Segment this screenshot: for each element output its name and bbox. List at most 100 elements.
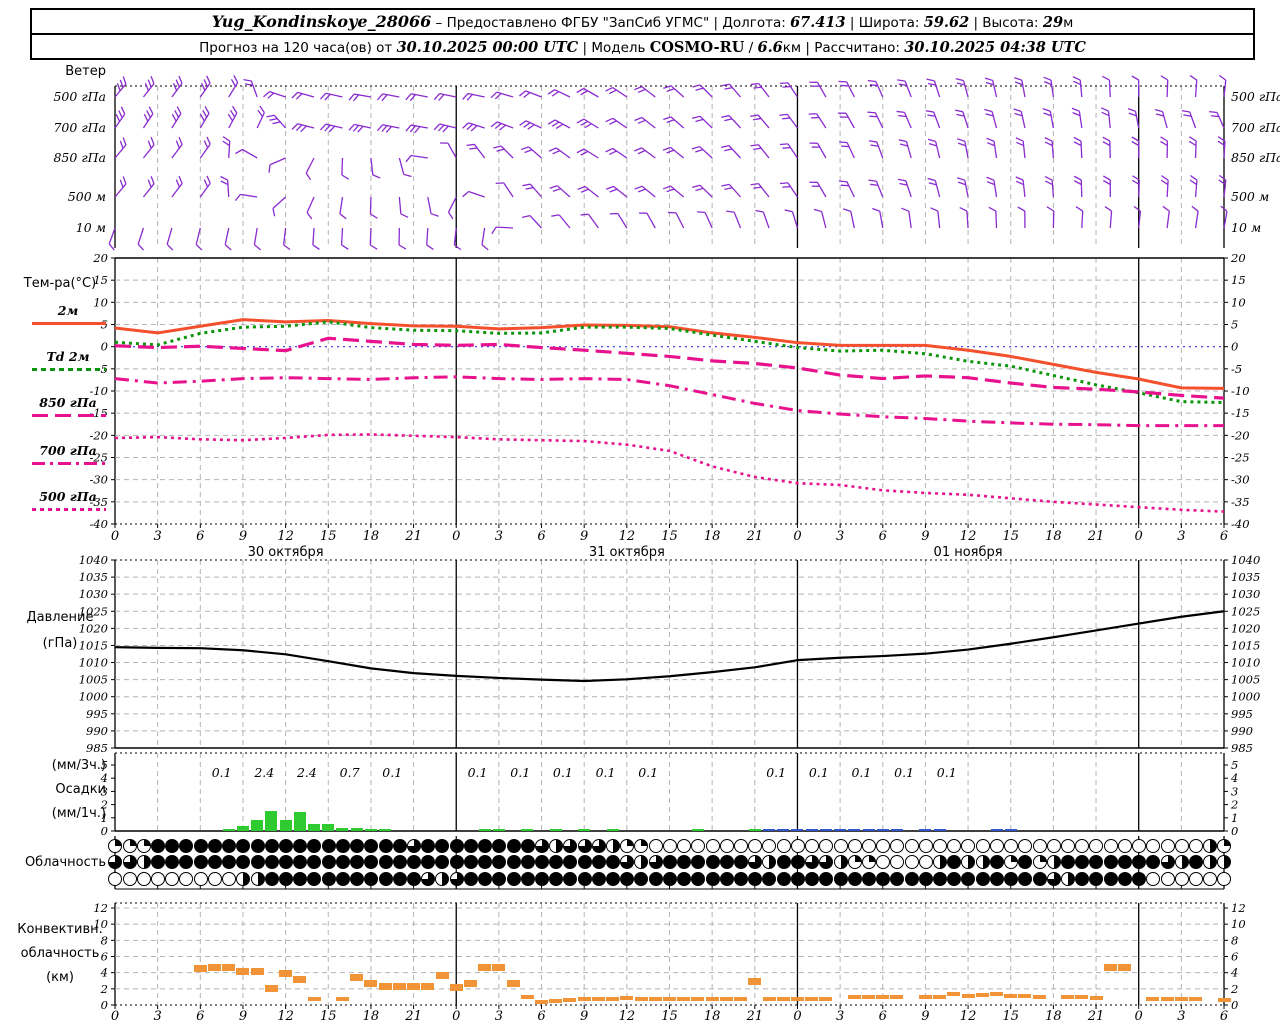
cloud-cover-symbol (975, 839, 990, 854)
convective-cloud-bar (1103, 963, 1117, 971)
cloud-cover-symbol (250, 839, 265, 854)
wind-barb (1081, 210, 1084, 229)
cloud-cover-symbol (1103, 872, 1118, 887)
wind-barb-feather (1189, 136, 1197, 142)
header-forecast-row: Прогноз на 120 часа(ов) от 30.10.2025 00… (32, 35, 1253, 58)
cloud-cover-symbol (904, 855, 919, 870)
wind-barb-feather (527, 124, 535, 130)
wind-level-label: 500 м (67, 189, 106, 204)
wind-barb-feather (352, 124, 360, 132)
wind-barb-feather (1209, 110, 1218, 114)
cloud-cover-symbol (1032, 855, 1047, 870)
pressure-ytick-left: 1040 (79, 553, 108, 567)
convective-cloud-bar (805, 996, 819, 1001)
wind-barb-feather (268, 164, 271, 173)
wind-barb-feather (372, 174, 381, 179)
convective-ytick-left: 12 (93, 901, 108, 915)
wind-barb (728, 145, 742, 159)
wind-barb (699, 115, 713, 129)
wind-barb-feather (1155, 113, 1164, 117)
wind-barb-feather (266, 114, 275, 118)
header-segment-sep: | (969, 15, 983, 31)
hour-label-bottom: 12 (619, 1009, 636, 1024)
wind-barb-feather (552, 188, 561, 192)
wind-barb (846, 81, 855, 98)
wind-barb-feather (227, 113, 234, 122)
wind-barb-feather (925, 110, 934, 113)
wind-barb-feather (352, 94, 360, 102)
convective-cloud-bar (876, 994, 890, 999)
wind-barb-feather (409, 125, 416, 133)
wind-barb-feather (869, 84, 878, 87)
wind-barb-feather (779, 182, 789, 185)
wind-barb (612, 117, 628, 129)
wind-barb-feather (985, 113, 994, 117)
wind-barb (757, 144, 770, 159)
convective-cloud-bar (378, 982, 392, 990)
hour-label-bottom: 15 (320, 1009, 337, 1024)
wind-barb (816, 113, 827, 129)
wind-barb (468, 190, 485, 198)
pressure-ytick-right: 1005 (1231, 673, 1260, 687)
hour-label: 0 (1135, 529, 1143, 544)
wind-barb-feather (956, 82, 965, 86)
wind-barb (641, 147, 656, 159)
wind-barb-feather (230, 79, 236, 87)
convective-cloud-bar (392, 982, 406, 990)
wind-barb-feather (609, 150, 617, 156)
hour-label-bottom: 3 (154, 1009, 162, 1024)
wind-barb-feather (433, 93, 441, 101)
wind-barb-feather (666, 119, 675, 124)
wind-barb-feather (926, 78, 935, 82)
wind-barb-feather (120, 106, 126, 115)
wind-barb-feather (1045, 180, 1053, 186)
wind-barb-feather (122, 137, 127, 146)
wind-barb-feather (144, 83, 150, 91)
wind-barb-feather (175, 140, 181, 149)
wind-barb-feather (295, 93, 303, 100)
wind-barb (1079, 80, 1083, 98)
convective-cloud-bar (1061, 994, 1075, 999)
wind-barb-feather (272, 121, 281, 125)
wind-barb (875, 180, 884, 198)
wind-barb-feather (724, 86, 733, 90)
wind-barb-feather (985, 81, 994, 86)
wind-barb-feather (1189, 174, 1198, 181)
hour-label-bottom: 15 (1002, 1009, 1019, 1024)
wind-barb-feather (1189, 179, 1197, 186)
wind-barb-feather (341, 244, 349, 250)
cloud-cover-symbol (648, 855, 663, 870)
precip-rate1h-label: (мм/1ч.) (51, 806, 106, 821)
wind-barb (410, 154, 428, 159)
convective-ytick-right: 0 (1231, 998, 1238, 1012)
wind-barb-feather (724, 118, 733, 122)
wind-barb-feather (524, 149, 533, 154)
wind-barb (670, 116, 685, 129)
hour-label: 3 (1177, 529, 1185, 544)
wind-barb (142, 144, 155, 159)
wind-barb-feather (143, 113, 149, 122)
cloud-cover-symbol (449, 839, 464, 854)
wind-barb-feather (984, 108, 993, 113)
wind-barb (733, 211, 742, 229)
wind-barb-feather (178, 136, 183, 145)
hour-label-bottom: 6 (1220, 1009, 1228, 1024)
wind-barb (1166, 179, 1169, 198)
wind-barb-feather (243, 78, 252, 82)
precip-3h-amount: 0.1 (894, 765, 914, 780)
wind-barb-feather (1102, 136, 1111, 142)
cloud-cover-symbol (122, 839, 137, 854)
wind-barb-feather (549, 185, 558, 189)
wind-barb-feather (867, 111, 876, 114)
wind-barb (341, 157, 344, 176)
convective-cloud-bar (975, 993, 989, 998)
wind-barb-feather (957, 138, 966, 142)
precip-3h-amount: 0.1 (553, 765, 573, 780)
wind-barb (874, 112, 884, 129)
wind-barb-feather (547, 119, 556, 125)
wind-barb (995, 210, 998, 229)
header-segment-sep: | (801, 40, 815, 56)
wind-barb-feather (148, 106, 154, 115)
wind-barb-feather (726, 210, 735, 213)
wind-barb (339, 196, 344, 214)
